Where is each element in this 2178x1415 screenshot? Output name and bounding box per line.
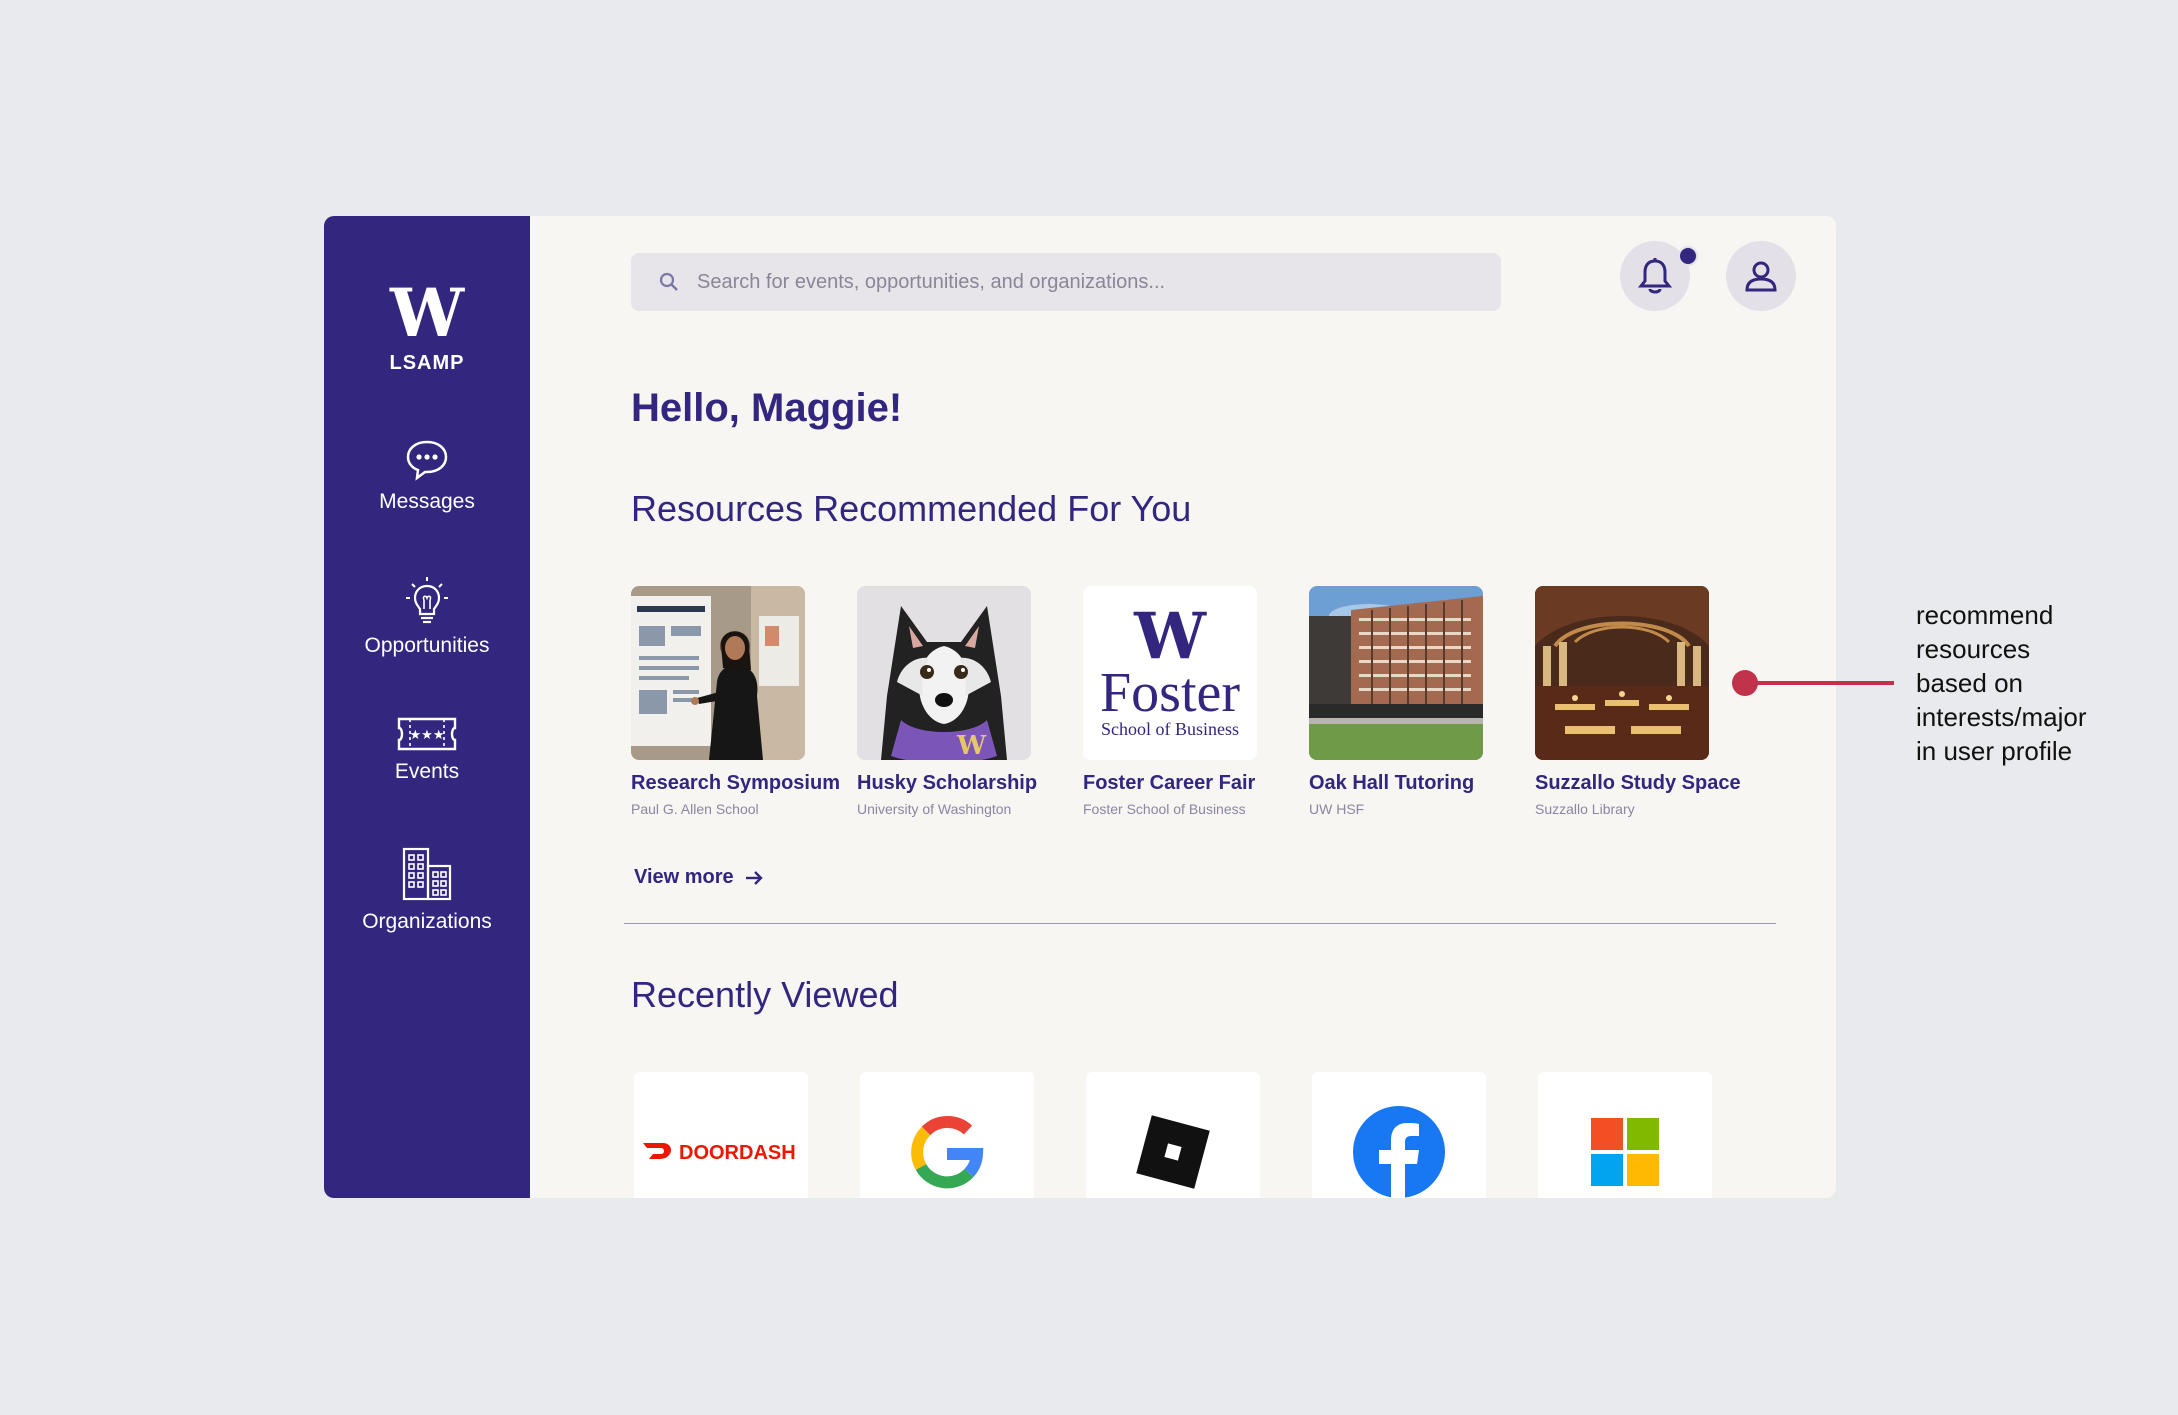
card-title: Oak Hall Tutoring bbox=[1309, 772, 1475, 794]
lsamp-logo[interactable]: W LSAMP bbox=[324, 280, 530, 375]
recent-item-facebook[interactable] bbox=[1312, 1072, 1486, 1198]
resource-card-oak-hall-tutoring[interactable]: Oak Hall Tutoring UW HSF bbox=[1309, 586, 1539, 817]
resource-card-foster-career-fair[interactable]: W Foster School of Business Foster Caree… bbox=[1083, 586, 1313, 817]
card-thumbnail: W bbox=[857, 586, 1031, 760]
foster-logo-subtext: School of Business bbox=[1100, 718, 1239, 739]
card-subtitle: Suzzallo Library bbox=[1535, 801, 1635, 817]
sidebar-item-messages[interactable]: Messages bbox=[324, 438, 530, 514]
app-window: W LSAMP Messages Opportunities ★★★ Event… bbox=[324, 216, 1836, 1198]
annotation-line: in user profile bbox=[1916, 736, 2073, 766]
card-title: Research Symposium bbox=[631, 772, 840, 794]
sidebar-item-label: Opportunities bbox=[364, 634, 490, 657]
search-bar[interactable] bbox=[631, 253, 1501, 311]
card-title: Foster Career Fair bbox=[1083, 772, 1256, 794]
greeting-heading: Hello, Maggie! bbox=[631, 386, 903, 430]
foster-logo: W Foster School of Business bbox=[1083, 586, 1257, 760]
recent-item-microsoft[interactable] bbox=[1538, 1072, 1712, 1198]
bell-icon bbox=[1638, 258, 1672, 294]
sidebar-item-events[interactable]: ★★★ Events bbox=[324, 716, 530, 784]
roblox-logo bbox=[1136, 1115, 1210, 1189]
uw-logo-mark: W bbox=[389, 274, 465, 352]
logo-text: LSAMP bbox=[389, 352, 465, 374]
lightbulb-icon bbox=[406, 577, 448, 624]
doordash-logo: DOORDASH bbox=[643, 1142, 796, 1164]
card-thumbnail bbox=[631, 586, 805, 760]
resource-card-research-symposium[interactable]: Research Symposium Paul G. Allen School bbox=[631, 586, 861, 817]
recent-item-roblox[interactable] bbox=[1086, 1072, 1260, 1198]
sidebar-item-label: Events bbox=[394, 760, 460, 783]
resource-card-suzzallo-study-space[interactable]: Suzzallo Study Space Suzzallo Library bbox=[1535, 586, 1765, 817]
recent-item-google[interactable] bbox=[860, 1072, 1034, 1198]
recently-viewed-title: Recently Viewed bbox=[631, 974, 899, 1015]
facebook-logo bbox=[1353, 1106, 1445, 1198]
sidebar-item-organizations[interactable]: Organizations bbox=[324, 846, 530, 934]
card-subtitle: University of Washington bbox=[857, 801, 1012, 817]
card-subtitle: UW HSF bbox=[1309, 801, 1365, 817]
sidebar-item-opportunities[interactable]: Opportunities bbox=[324, 576, 530, 658]
card-subtitle: Paul G. Allen School bbox=[631, 801, 759, 817]
microsoft-logo bbox=[1591, 1118, 1659, 1186]
annotation-note: recommend resources based on interests/m… bbox=[1916, 598, 2087, 768]
foster-logo-mark: W bbox=[1134, 598, 1206, 674]
search-input[interactable] bbox=[695, 269, 1479, 295]
recommended-title: Resources Recommended For You bbox=[631, 488, 1192, 529]
sidebar: W LSAMP Messages Opportunities ★★★ Event… bbox=[324, 216, 530, 1198]
notification-badge bbox=[1678, 246, 1698, 266]
user-icon bbox=[1745, 261, 1777, 292]
annotation-connector bbox=[1750, 681, 1894, 685]
buildings-icon bbox=[402, 847, 452, 901]
svg-text:W: W bbox=[956, 731, 987, 760]
section-divider bbox=[624, 923, 1776, 924]
sidebar-item-label: Messages bbox=[379, 490, 475, 513]
chat-bubble-icon bbox=[406, 440, 448, 481]
card-subtitle: Foster School of Business bbox=[1083, 801, 1246, 817]
google-logo bbox=[911, 1116, 984, 1189]
card-thumbnail bbox=[1535, 586, 1709, 760]
card-title: Suzzallo Study Space bbox=[1535, 772, 1741, 794]
annotation-line: resources bbox=[1916, 634, 2031, 664]
annotation-line: recommend bbox=[1916, 600, 2054, 630]
annotation-line: interests/major bbox=[1916, 702, 2087, 732]
svg-text:★★★: ★★★ bbox=[410, 728, 445, 743]
arrow-right-icon bbox=[745, 870, 763, 885]
view-more-label: View more bbox=[634, 866, 734, 888]
profile-button[interactable] bbox=[1726, 241, 1796, 311]
search-icon bbox=[659, 272, 678, 291]
ticket-icon: ★★★ bbox=[397, 717, 457, 751]
resource-card-husky-scholarship[interactable]: W Husky Scholarship University of Washin… bbox=[857, 586, 1087, 817]
annotation-line: based on bbox=[1916, 668, 2023, 698]
sidebar-item-label: Organizations bbox=[362, 910, 492, 933]
doordash-wordmark: DOORDASH bbox=[679, 1142, 796, 1164]
view-more-link[interactable]: View more bbox=[634, 866, 764, 889]
recent-item-doordash[interactable]: DOORDASH bbox=[634, 1072, 808, 1198]
card-thumbnail bbox=[1309, 586, 1483, 760]
foster-logo-word: Foster bbox=[1100, 661, 1240, 724]
card-title: Husky Scholarship bbox=[857, 772, 1038, 794]
